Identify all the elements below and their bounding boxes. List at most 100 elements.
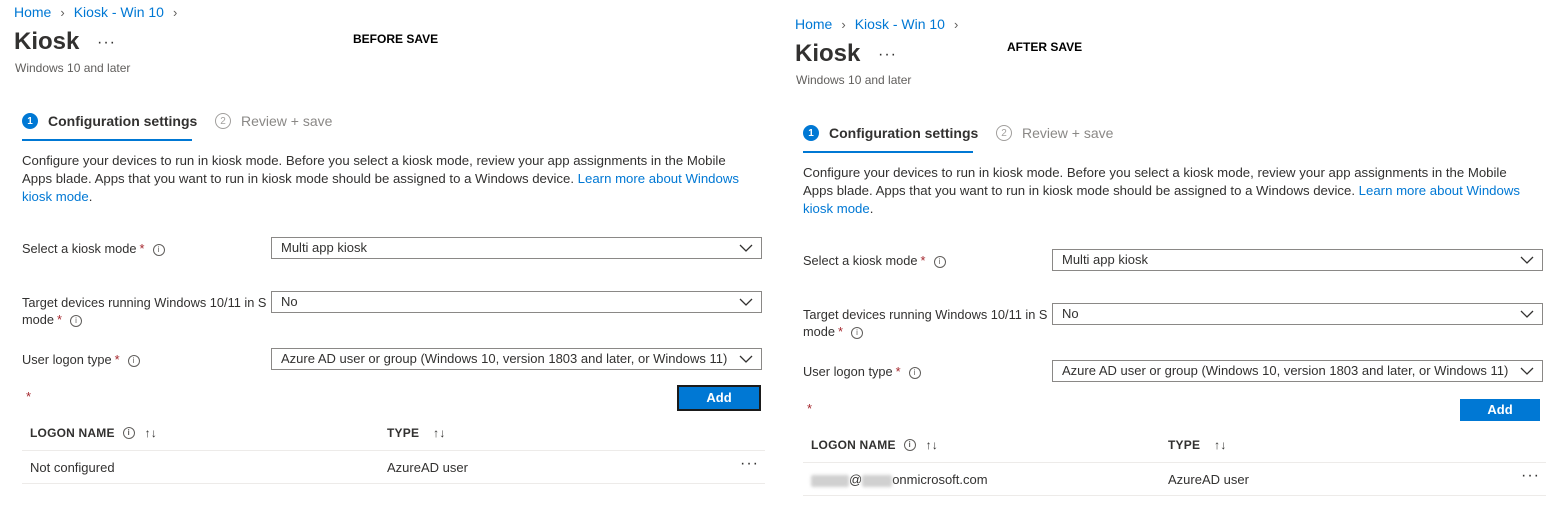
table-divider bbox=[803, 495, 1546, 496]
logon-domain: onmicrosoft.com bbox=[892, 472, 988, 487]
chevron-right-icon: › bbox=[172, 4, 178, 20]
tab-configuration-settings[interactable]: 1 Configuration settings bbox=[22, 113, 197, 129]
logon-type-label: User logon type * i bbox=[22, 351, 267, 368]
kiosk-mode-label-text: Select a kiosk mode bbox=[22, 241, 137, 256]
chevron-down-icon bbox=[739, 298, 753, 306]
description: Configure your devices to run in kiosk m… bbox=[22, 153, 739, 204]
chevron-right-icon: › bbox=[841, 16, 846, 32]
redacted-tenant bbox=[862, 474, 893, 487]
breadcrumb-home-link[interactable]: Home bbox=[795, 16, 832, 32]
kiosk-mode-value: Multi app kiosk bbox=[281, 240, 367, 255]
breadcrumb-kiosk-link[interactable]: Kiosk - Win 10 bbox=[855, 16, 945, 32]
column-header-text: LOGON NAME bbox=[811, 438, 896, 452]
step-label: Review + save bbox=[241, 113, 333, 129]
stage-label: BEFORE SAVE bbox=[353, 32, 439, 46]
redacted-username bbox=[811, 474, 849, 487]
add-button[interactable]: Add bbox=[677, 385, 761, 411]
breadcrumb-home-link[interactable]: Home bbox=[14, 4, 51, 20]
sort-icon[interactable]: ↑↓ bbox=[926, 438, 938, 452]
column-header-text: LOGON NAME bbox=[30, 426, 115, 440]
logon-type-label-text: User logon type bbox=[22, 352, 112, 367]
column-header-type[interactable]: TYPE ↑↓ bbox=[387, 426, 446, 440]
info-icon[interactable]: i bbox=[152, 243, 165, 256]
logon-name-cell: @ onmicrosoft.com bbox=[811, 472, 988, 487]
required-indicator: * bbox=[26, 389, 32, 404]
info-icon[interactable]: i bbox=[908, 366, 921, 379]
sort-icon[interactable]: ↑↓ bbox=[145, 426, 157, 440]
description: Configure your devices to run in kiosk m… bbox=[803, 165, 1520, 216]
tab-review-save[interactable]: 2 Review + save bbox=[996, 125, 1113, 141]
chevron-right-icon: › bbox=[60, 4, 65, 20]
kiosk-mode-label-text: Select a kiosk mode bbox=[803, 253, 918, 268]
required-indicator: * bbox=[807, 401, 813, 416]
more-options-button[interactable]: ··· bbox=[97, 34, 116, 52]
row-more-options-button[interactable]: ··· bbox=[1521, 467, 1540, 485]
info-icon[interactable]: i bbox=[851, 326, 863, 339]
logon-type-dropdown[interactable]: Azure AD user or group (Windows 10, vers… bbox=[271, 348, 762, 370]
info-icon[interactable]: i bbox=[933, 255, 946, 268]
s-mode-value: No bbox=[281, 294, 298, 309]
s-mode-dropdown[interactable]: No bbox=[1052, 303, 1543, 325]
add-button[interactable]: Add bbox=[1460, 399, 1540, 421]
logon-name-cell: Not configured bbox=[30, 460, 115, 475]
chevron-down-icon bbox=[739, 355, 753, 363]
info-icon[interactable]: i bbox=[122, 427, 135, 439]
breadcrumb: Home › Kiosk - Win 10 › bbox=[14, 4, 186, 20]
logon-type-value: Azure AD user or group (Windows 10, vers… bbox=[1062, 363, 1509, 378]
logon-type-label-text: User logon type bbox=[803, 364, 893, 379]
step-label: Configuration settings bbox=[829, 125, 979, 141]
after-save-panel: Home › Kiosk - Win 10 › Kiosk ··· Window… bbox=[781, 12, 1551, 516]
breadcrumb-kiosk-link[interactable]: Kiosk - Win 10 bbox=[74, 4, 164, 20]
kiosk-mode-value: Multi app kiosk bbox=[1062, 252, 1148, 267]
page-title: Kiosk bbox=[14, 28, 80, 55]
chevron-down-icon bbox=[1520, 310, 1534, 318]
page-subtitle: Windows 10 and later bbox=[15, 61, 131, 75]
sort-icon[interactable]: ↑↓ bbox=[1214, 438, 1226, 452]
before-save-panel: Home › Kiosk - Win 10 › Kiosk ··· Window… bbox=[0, 0, 770, 504]
type-cell: AzureAD user bbox=[1168, 472, 1249, 487]
step-label: Review + save bbox=[1022, 125, 1114, 141]
table-divider bbox=[22, 450, 765, 451]
logon-type-label: User logon type * i bbox=[803, 363, 1048, 380]
more-options-button[interactable]: ··· bbox=[878, 46, 897, 64]
page-title: Kiosk bbox=[795, 40, 861, 67]
kiosk-mode-label: Select a kiosk mode * i bbox=[22, 240, 267, 257]
chevron-down-icon bbox=[739, 244, 753, 252]
column-header-logon-name[interactable]: LOGON NAME i ↑↓ bbox=[30, 426, 157, 440]
s-mode-dropdown[interactable]: No bbox=[271, 291, 762, 313]
chevron-down-icon bbox=[1520, 367, 1534, 375]
stage-label: AFTER SAVE bbox=[1007, 40, 1083, 54]
required-indicator: * bbox=[920, 253, 926, 268]
step-number: 2 bbox=[215, 113, 231, 129]
kiosk-mode-dropdown[interactable]: Multi app kiosk bbox=[271, 237, 762, 259]
row-more-options-button[interactable]: ··· bbox=[740, 455, 759, 473]
step-number: 1 bbox=[803, 125, 819, 141]
breadcrumb: Home › Kiosk - Win 10 › bbox=[795, 16, 967, 32]
table-divider bbox=[22, 483, 765, 484]
info-icon[interactable]: i bbox=[903, 439, 916, 451]
tab-review-save[interactable]: 2 Review + save bbox=[215, 113, 332, 129]
info-icon[interactable]: i bbox=[70, 314, 82, 327]
logon-type-value: Azure AD user or group (Windows 10, vers… bbox=[281, 351, 728, 366]
required-indicator: * bbox=[139, 241, 145, 256]
chevron-down-icon bbox=[1520, 256, 1534, 264]
table-divider bbox=[803, 462, 1546, 463]
step-label: Configuration settings bbox=[48, 113, 198, 129]
step-number: 2 bbox=[996, 125, 1012, 141]
column-header-type[interactable]: TYPE ↑↓ bbox=[1168, 438, 1227, 452]
required-indicator: * bbox=[895, 364, 901, 379]
active-step-indicator bbox=[803, 151, 973, 153]
kiosk-mode-label: Select a kiosk mode * i bbox=[803, 252, 1048, 269]
s-mode-value: No bbox=[1062, 306, 1079, 321]
page-subtitle: Windows 10 and later bbox=[796, 73, 912, 87]
info-icon[interactable]: i bbox=[127, 354, 140, 367]
logon-at-sign: @ bbox=[849, 472, 863, 487]
logon-type-dropdown[interactable]: Azure AD user or group (Windows 10, vers… bbox=[1052, 360, 1543, 382]
kiosk-mode-dropdown[interactable]: Multi app kiosk bbox=[1052, 249, 1543, 271]
active-step-indicator bbox=[22, 139, 192, 141]
column-header-text: TYPE bbox=[387, 426, 420, 440]
sort-icon[interactable]: ↑↓ bbox=[433, 426, 445, 440]
column-header-logon-name[interactable]: LOGON NAME i ↑↓ bbox=[811, 438, 938, 452]
tab-configuration-settings[interactable]: 1 Configuration settings bbox=[803, 125, 978, 141]
chevron-right-icon: › bbox=[953, 16, 959, 32]
